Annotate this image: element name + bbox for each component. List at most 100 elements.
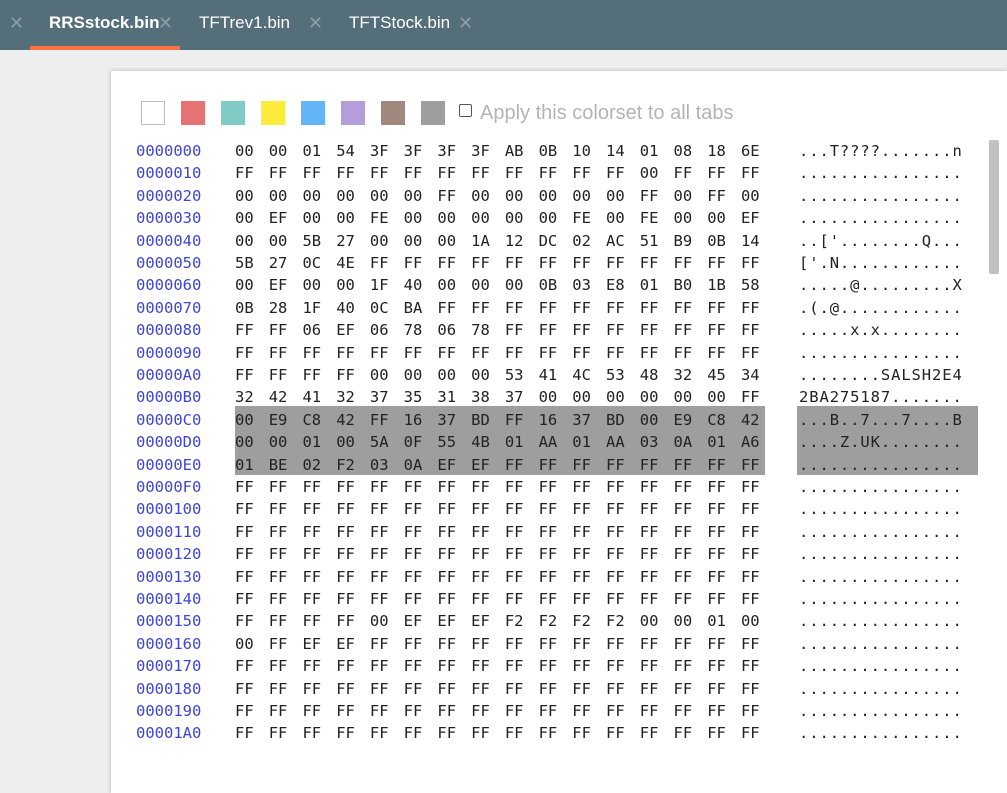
hex-byte[interactable]: FF <box>640 185 674 207</box>
tab-tftstock[interactable]: TFTStock.bin ✕ <box>330 0 480 50</box>
hex-byte[interactable]: 00 <box>606 386 640 408</box>
hex-byte[interactable]: 03 <box>572 274 606 296</box>
hex-byte[interactable]: FF <box>572 498 606 520</box>
hex-byte[interactable]: FF <box>505 521 539 543</box>
hex-byte[interactable]: FF <box>572 566 606 588</box>
hex-byte[interactable]: FF <box>235 588 269 610</box>
hex-byte[interactable]: 00 <box>370 185 404 207</box>
hex-byte[interactable]: 00 <box>606 207 640 229</box>
hex-byte[interactable]: 00 <box>640 386 674 408</box>
hex-byte[interactable]: 06 <box>370 319 404 341</box>
hex-byte[interactable]: 00 <box>235 409 269 431</box>
hex-byte[interactable]: 35 <box>404 386 438 408</box>
hex-byte[interactable]: 00 <box>505 207 539 229</box>
hex-byte[interactable]: FF <box>707 521 741 543</box>
hex-byte[interactable]: FF <box>269 521 303 543</box>
hex-byte[interactable]: FF <box>235 678 269 700</box>
hex-byte[interactable]: FF <box>741 722 775 744</box>
hex-byte[interactable]: 00 <box>302 207 336 229</box>
hex-byte[interactable]: FF <box>505 566 539 588</box>
hex-byte[interactable]: 00 <box>404 207 438 229</box>
ascii-text[interactable]: ................ <box>799 722 963 744</box>
hex-byte[interactable]: FF <box>606 655 640 677</box>
hex-byte[interactable]: FF <box>235 364 269 386</box>
hex-byte[interactable]: 40 <box>404 274 438 296</box>
hex-byte[interactable]: FF <box>302 566 336 588</box>
hex-byte[interactable]: FF <box>336 566 370 588</box>
hex-byte[interactable]: FF <box>471 678 505 700</box>
hex-byte[interactable]: C8 <box>302 409 336 431</box>
hex-byte[interactable]: FF <box>741 678 775 700</box>
hex-byte[interactable]: FF <box>673 700 707 722</box>
hex-byte[interactable]: FF <box>640 588 674 610</box>
hex-byte[interactable]: 34 <box>741 364 775 386</box>
hex-byte[interactable]: FF <box>404 655 438 677</box>
hex-byte[interactable]: 01 <box>640 274 674 296</box>
hex-byte[interactable]: EF <box>302 633 336 655</box>
hex-byte[interactable]: FF <box>336 678 370 700</box>
hex-byte[interactable]: BD <box>606 409 640 431</box>
hex-byte[interactable]: 00 <box>336 431 370 453</box>
hex-byte[interactable]: EF <box>336 633 370 655</box>
hex-byte[interactable]: AA <box>606 431 640 453</box>
hex-byte[interactable]: F2 <box>572 610 606 632</box>
hex-byte[interactable]: 00 <box>673 207 707 229</box>
hex-byte[interactable]: AA <box>539 431 573 453</box>
hex-byte[interactable]: 37 <box>437 409 471 431</box>
hex-byte[interactable]: FF <box>437 722 471 744</box>
hex-byte[interactable]: FF <box>269 700 303 722</box>
hex-byte[interactable]: FF <box>741 521 775 543</box>
hex-byte[interactable]: FF <box>370 409 404 431</box>
hex-byte[interactable]: AB <box>505 140 539 162</box>
hex-byte[interactable]: 55 <box>437 431 471 453</box>
hex-byte[interactable]: FF <box>404 678 438 700</box>
hex-byte[interactable]: FF <box>707 185 741 207</box>
ascii-text[interactable]: ................ <box>799 498 963 520</box>
close-icon[interactable]: ✕ <box>308 0 323 46</box>
hex-byte[interactable]: 40 <box>336 297 370 319</box>
hex-byte[interactable]: 00 <box>471 207 505 229</box>
hex-byte[interactable]: FF <box>302 678 336 700</box>
hex-byte[interactable]: FF <box>437 162 471 184</box>
hex-byte[interactable]: 00 <box>336 207 370 229</box>
swatch-red[interactable] <box>181 101 205 125</box>
hex-byte[interactable]: FF <box>640 678 674 700</box>
hex-byte[interactable]: FF <box>471 588 505 610</box>
hex-byte[interactable]: EF <box>471 454 505 476</box>
hex-byte[interactable]: 0B <box>539 274 573 296</box>
hex-byte[interactable]: 00 <box>269 230 303 252</box>
hex-byte[interactable]: FF <box>404 722 438 744</box>
hex-byte[interactable]: 1F <box>302 297 336 319</box>
hex-byte[interactable]: 48 <box>640 364 674 386</box>
hex-byte[interactable]: 08 <box>673 140 707 162</box>
hex-byte[interactable]: FF <box>336 610 370 632</box>
hex-byte[interactable]: 45 <box>707 364 741 386</box>
hex-byte[interactable]: FF <box>437 252 471 274</box>
hex-byte[interactable]: FF <box>336 476 370 498</box>
hex-byte[interactable]: FF <box>673 162 707 184</box>
hex-byte[interactable]: 58 <box>741 274 775 296</box>
hex-byte[interactable]: FF <box>235 610 269 632</box>
hex-byte[interactable]: FF <box>505 678 539 700</box>
hex-byte[interactable]: FF <box>404 476 438 498</box>
hex-byte[interactable]: FF <box>539 342 573 364</box>
hex-byte[interactable]: 00 <box>404 185 438 207</box>
hex-byte[interactable]: 01 <box>707 610 741 632</box>
ascii-text[interactable]: ................ <box>799 633 963 655</box>
hex-byte[interactable]: FF <box>539 633 573 655</box>
hex-byte[interactable]: FF <box>370 162 404 184</box>
hex-byte[interactable]: 27 <box>269 252 303 274</box>
hex-byte[interactable]: FF <box>404 342 438 364</box>
hex-byte[interactable]: 42 <box>741 409 775 431</box>
ascii-text[interactable]: ................ <box>799 655 963 677</box>
hex-byte[interactable]: FF <box>336 655 370 677</box>
hex-byte[interactable]: FF <box>707 700 741 722</box>
hex-byte[interactable]: C8 <box>707 409 741 431</box>
hex-byte[interactable]: FF <box>741 498 775 520</box>
hex-byte[interactable]: FF <box>404 588 438 610</box>
hex-byte[interactable]: FF <box>640 252 674 274</box>
hex-byte[interactable]: FF <box>370 342 404 364</box>
hex-byte[interactable]: FF <box>336 588 370 610</box>
hex-byte[interactable]: FF <box>707 454 741 476</box>
hex-byte[interactable]: 01 <box>505 431 539 453</box>
